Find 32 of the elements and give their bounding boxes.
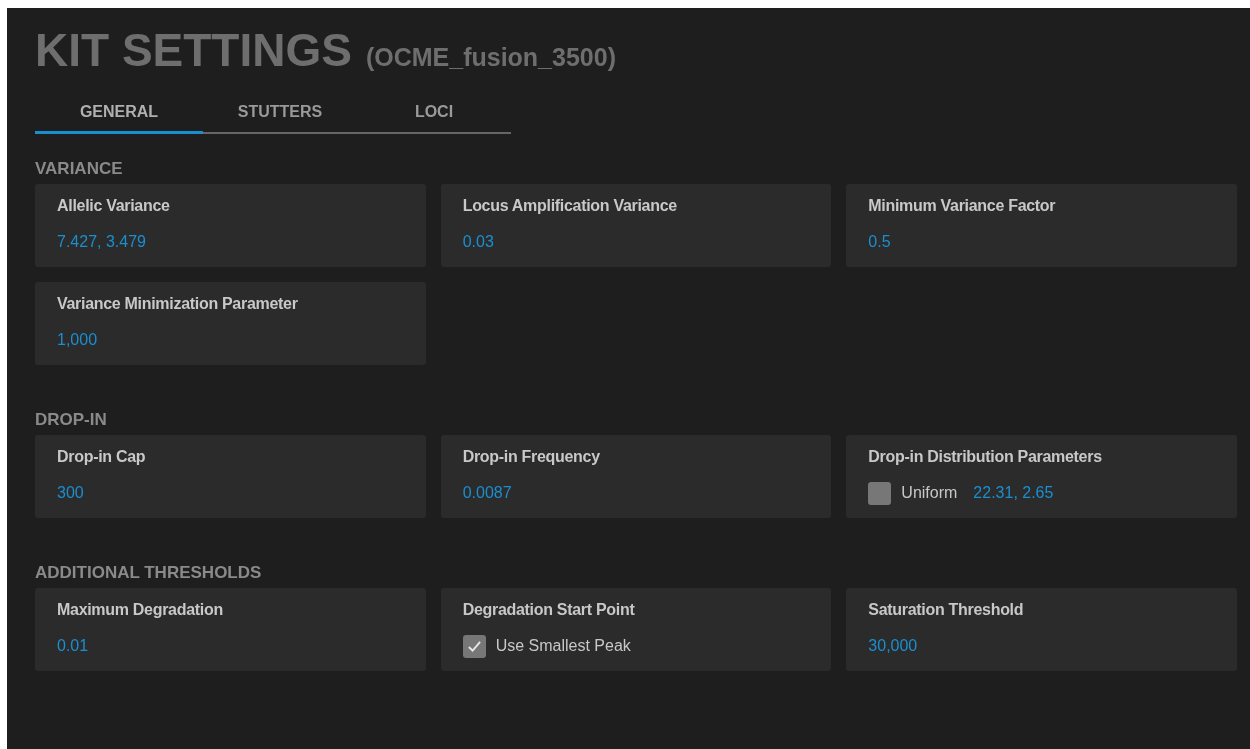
kit-name: (OCME_fusion_3500) (365, 42, 616, 73)
section-heading: ADDITIONAL THRESHOLDS (35, 562, 263, 584)
checkbox-label[interactable]: Uniform (901, 481, 958, 505)
field-label: Drop-in Distribution Parameters (868, 447, 1103, 467)
field-value[interactable]: 0.5 (868, 230, 1215, 254)
field-label: Degradation Start Point (462, 600, 636, 620)
field-label: Maximum Degradation (57, 600, 224, 620)
tab[interactable]: LOCI (357, 92, 511, 134)
checkmark-icon (466, 638, 482, 654)
field-value[interactable]: 22.31, 2.65 (973, 481, 1054, 505)
checkbox[interactable] (868, 481, 892, 505)
checkbox-label[interactable]: Use Smallest Peak (495, 634, 631, 658)
field-label: Drop-in Frequency (462, 447, 601, 467)
field-label: Saturation Threshold (868, 600, 1025, 620)
field-label: Allelic Variance (57, 196, 171, 216)
section-heading: VARIANCE (35, 158, 124, 180)
field-value[interactable]: 1,000 (57, 328, 404, 352)
field-value[interactable]: 300 (57, 481, 404, 505)
tab[interactable]: STUTTERS (203, 92, 357, 134)
checkbox[interactable] (462, 634, 486, 658)
field-label: Variance Minimization Parameter (57, 294, 299, 314)
field-value[interactable]: 7.427, 3.479 (57, 230, 404, 254)
section-heading: DROP-IN (35, 409, 108, 431)
field-value[interactable]: 30,000 (868, 634, 1215, 658)
page-title: KIT SETTINGS (35, 23, 352, 78)
field-value[interactable]: 0.03 (462, 230, 810, 254)
field-value[interactable]: 0.01 (57, 634, 404, 658)
field-label: Minimum Variance Factor (868, 196, 1057, 216)
field-label: Locus Amplification Variance (462, 196, 678, 216)
field-value[interactable]: 0.0087 (462, 481, 810, 505)
field-label: Drop-in Cap (57, 447, 147, 467)
tab[interactable]: GENERAL (35, 92, 203, 134)
